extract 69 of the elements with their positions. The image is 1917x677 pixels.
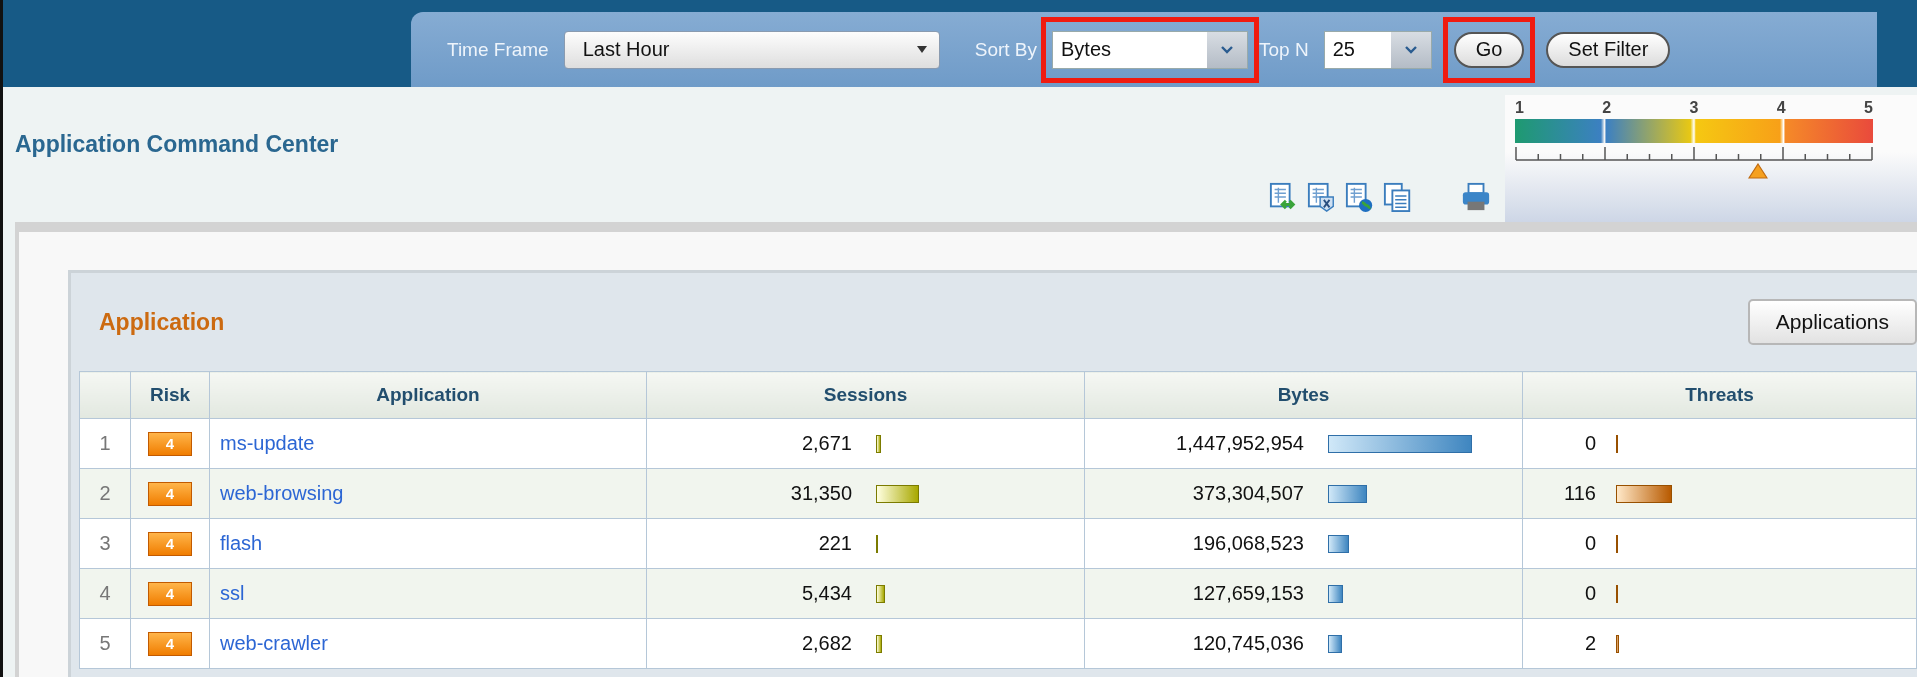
risk-badge: 4	[148, 532, 192, 556]
scale-number: 4	[1776, 99, 1786, 117]
risk-badge: 4	[148, 582, 192, 606]
printer-icon[interactable]	[1461, 182, 1491, 212]
header-cell	[79, 371, 131, 419]
value-text: 5,434	[800, 582, 852, 605]
value-text: 127,659,153	[1191, 582, 1304, 605]
chevron-down-icon	[1390, 31, 1431, 68]
row-number: 5	[79, 618, 131, 669]
document-x-icon[interactable]	[1307, 182, 1337, 212]
dropdown-arrow-icon	[916, 46, 927, 53]
column-header[interactable]: Bytes	[1084, 371, 1523, 419]
value-text: 221	[817, 532, 852, 555]
application-link[interactable]: ssl	[220, 582, 245, 604]
value-text: 1,447,952,954	[1175, 432, 1304, 455]
top-n-label: Top N	[1259, 38, 1309, 61]
risk-badge: 4	[148, 482, 192, 506]
value-text: 0	[1583, 532, 1596, 555]
row-number: 4	[79, 568, 131, 619]
bar	[1328, 484, 1367, 503]
risk-badge: 4	[148, 632, 192, 656]
column-header[interactable]: Threats	[1522, 371, 1917, 419]
row-number: 1	[79, 418, 131, 469]
column-header[interactable]: Application	[209, 371, 647, 419]
scale-number: 3	[1689, 99, 1699, 117]
bar	[1616, 634, 1619, 653]
chevron-down-icon	[1207, 31, 1247, 68]
panel-title: Application	[99, 308, 225, 336]
value-text: 196,068,523	[1191, 532, 1304, 555]
go-button[interactable]: Go	[1453, 31, 1525, 68]
value-text: 0	[1583, 582, 1596, 605]
application-link[interactable]: ms-update	[220, 432, 315, 454]
value-text: 31,350	[789, 482, 852, 505]
bar	[1328, 634, 1342, 653]
documents-icon[interactable]	[1383, 182, 1413, 212]
scale-number: 5	[1864, 99, 1873, 117]
sort-by-select[interactable]: Bytes	[1052, 30, 1248, 69]
scale-number: 2	[1602, 99, 1612, 117]
applications-button[interactable]: Applications	[1747, 299, 1917, 345]
set-filter-button[interactable]: Set Filter	[1546, 31, 1671, 68]
row-number: 3	[79, 518, 131, 569]
bar	[876, 434, 881, 453]
bar	[876, 584, 885, 603]
column-header[interactable]: Sessions	[646, 371, 1085, 419]
value-text: 2	[1583, 632, 1596, 655]
bar	[876, 484, 919, 503]
time-frame-label: Time Frame	[447, 38, 549, 61]
document-globe-icon[interactable]	[1345, 182, 1375, 212]
risk-badge: 4	[148, 432, 192, 456]
value-text: 2,671	[800, 432, 852, 455]
top-n-select[interactable]: 25	[1323, 30, 1432, 69]
time-frame-select[interactable]: Last Hour	[563, 30, 940, 69]
application-link[interactable]: flash	[220, 532, 263, 554]
value-text: 116	[1563, 482, 1596, 505]
application-link[interactable]: web-crawler	[220, 632, 328, 654]
page-title: Application Command Center	[14, 131, 340, 158]
bar	[1616, 484, 1672, 503]
value-text: 373,304,507	[1191, 482, 1304, 505]
column-header[interactable]: Risk	[130, 371, 210, 419]
application-link[interactable]: web-browsing	[220, 482, 344, 504]
sort-by-label: Sort By	[974, 38, 1037, 61]
scale-number: 1	[1515, 99, 1524, 117]
value-text: 0	[1583, 432, 1596, 455]
row-number: 2	[79, 468, 131, 519]
bar	[876, 634, 882, 653]
bar	[1328, 534, 1349, 553]
bar	[1328, 584, 1343, 603]
value-text: 2,682	[800, 632, 852, 655]
value-text: 120,745,036	[1191, 632, 1304, 655]
